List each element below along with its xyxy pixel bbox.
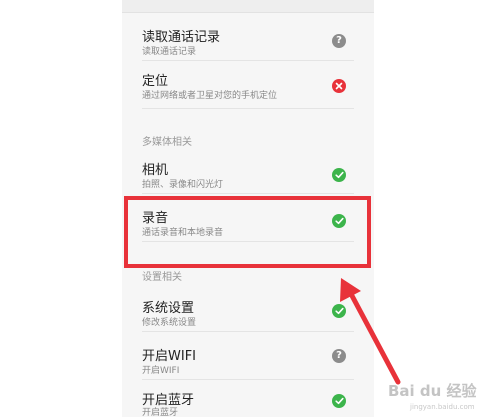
- watermark-logo: Bai du 经验: [388, 382, 477, 400]
- annotation-arrow: [340, 278, 401, 385]
- watermark-url: jingyan.baidu.com: [410, 403, 475, 411]
